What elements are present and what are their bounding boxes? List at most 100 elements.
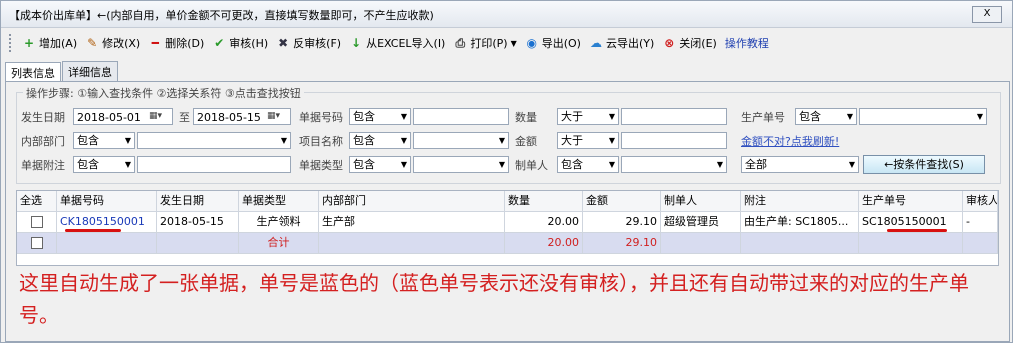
billno-input[interactable]: [413, 108, 509, 125]
chevron-down-icon: ▼: [608, 136, 615, 145]
refresh-amount-link[interactable]: 金额不对?点我刷新!: [741, 133, 839, 149]
chevron-down-icon: ▼: [124, 160, 131, 169]
type-relation-select[interactable]: 包含 ▼: [349, 156, 411, 173]
billno-relation-value: 包含: [353, 110, 375, 123]
search-button[interactable]: ←按条件查找(S): [863, 155, 985, 174]
maker-select[interactable]: ▼: [621, 156, 727, 173]
row-checkbox[interactable]: [30, 216, 43, 228]
billno-relation-select[interactable]: 包含 ▼: [349, 108, 411, 125]
check-icon: ✔: [214, 36, 225, 50]
qty-relation-value: 大于: [561, 110, 583, 123]
col-select-all[interactable]: 全选: [17, 191, 57, 212]
delete-button[interactable]: ━ 删除(D): [148, 35, 205, 51]
close-button[interactable]: ⊗ 关闭(E): [662, 35, 717, 51]
chevron-down-icon: ▼: [976, 112, 983, 121]
total-row: 合计 20.00 29.10: [17, 233, 998, 254]
cell-type: 生产领料: [239, 212, 319, 233]
unapprove-button[interactable]: ✖ 反审核(F): [276, 35, 341, 51]
chevron-down-icon: ▼: [608, 160, 615, 169]
total-checkbox[interactable]: [30, 237, 43, 249]
maker-relation-select[interactable]: 包含 ▼: [557, 156, 619, 173]
col-prodno[interactable]: 生产单号: [859, 191, 963, 212]
print-button[interactable]: ⎙ 打印(P) ▼: [453, 35, 517, 51]
add-button[interactable]: + 增加(A): [22, 35, 77, 51]
delete-label: 删除(D): [165, 37, 205, 50]
cell-dept: 生产部: [319, 212, 505, 233]
amount-input[interactable]: [621, 132, 727, 149]
maker-relation-value: 包含: [561, 158, 583, 171]
cloud-export-icon: ☁: [589, 36, 602, 50]
total-empty: [157, 233, 239, 254]
amount-label: 金额: [515, 135, 537, 148]
qty-relation-select[interactable]: 大于 ▼: [557, 108, 619, 125]
prodno-underline: [887, 229, 947, 232]
filter-legend: 操作步骤: ①输入查找条件 ②选择关系符 ③点击查找按钮: [23, 85, 304, 101]
amount-relation-select[interactable]: 大于 ▼: [557, 132, 619, 149]
tab-bar: 列表信息 详细信息: [5, 61, 119, 82]
col-dept[interactable]: 内部部门: [319, 191, 505, 212]
chevron-down-icon: ▼: [280, 136, 287, 145]
col-type[interactable]: 单据类型: [239, 191, 319, 212]
chevron-down-icon: ▼: [498, 136, 505, 145]
total-empty: [741, 233, 859, 254]
prodno-relation-select[interactable]: 包含 ▼: [795, 108, 857, 125]
print-label: 打印(P): [470, 37, 508, 50]
export-label: 导出(O): [541, 37, 581, 50]
total-checkbox-cell[interactable]: [17, 233, 57, 254]
col-date[interactable]: 发生日期: [157, 191, 239, 212]
edit-button[interactable]: ✎ 修改(X): [85, 35, 140, 51]
chevron-down-icon: ▼: [400, 112, 407, 121]
approve-button[interactable]: ✔ 审核(H): [212, 35, 268, 51]
calendar-icon[interactable]: ▦▾: [149, 110, 171, 123]
chevron-down-icon: ▼: [608, 112, 615, 121]
project-select[interactable]: ▼: [413, 132, 509, 149]
qty-input[interactable]: [621, 108, 727, 125]
col-billno[interactable]: 单据号码: [57, 191, 157, 212]
add-icon: +: [23, 36, 35, 50]
project-label: 项目名称: [299, 135, 343, 148]
tab-detail[interactable]: 详细信息: [62, 61, 118, 81]
maker-label: 制单人: [515, 159, 548, 172]
dept-relation-select[interactable]: 包含 ▼: [73, 132, 135, 149]
total-empty: [319, 233, 505, 254]
col-amount[interactable]: 金额: [583, 191, 661, 212]
export-button[interactable]: ◉ 导出(O): [525, 35, 581, 51]
tutorial-link[interactable]: 操作教程: [725, 35, 769, 51]
chevron-down-icon: ▼: [846, 112, 853, 121]
date-from-input[interactable]: 2018-05-01 ▦▾: [73, 108, 173, 125]
row-checkbox-cell[interactable]: [17, 212, 57, 233]
add-label: 增加(A): [39, 37, 78, 50]
col-note[interactable]: 附注: [741, 191, 859, 212]
close-label: 关闭(E): [679, 37, 717, 50]
date-to-input[interactable]: 2018-05-15 ▦▾: [193, 108, 291, 125]
window-close-button[interactable]: X: [972, 6, 1002, 23]
col-approver[interactable]: 审核人: [963, 191, 998, 212]
export-icon: ◉: [526, 36, 537, 50]
note-input[interactable]: [137, 156, 291, 173]
approve-label: 审核(H): [229, 37, 269, 50]
table-row[interactable]: CK1805150001 2018-05-15 生产领料 生产部 20.00 2…: [17, 212, 998, 233]
col-maker[interactable]: 制单人: [661, 191, 741, 212]
status-select[interactable]: 全部 ▼: [741, 156, 859, 173]
cell-approver: -: [963, 212, 998, 233]
app-window: 【成本价出库单】←(内部自用，单价金额不可更改，直接填写数量即可，不产生应收款)…: [0, 0, 1013, 343]
col-qty[interactable]: 数量: [505, 191, 583, 212]
type-label: 单据类型: [299, 159, 343, 172]
table-header: 全选 单据号码 发生日期 单据类型 内部部门 数量 金额 制单人 附注 生产单号…: [17, 191, 998, 212]
cloud-export-button[interactable]: ☁ 云导出(Y): [589, 35, 654, 51]
prodno-select[interactable]: ▼: [859, 108, 987, 125]
project-relation-select[interactable]: 包含 ▼: [349, 132, 411, 149]
import-excel-button[interactable]: ↓ 从EXCEL导入(I): [349, 35, 445, 51]
dept-select[interactable]: ▼: [137, 132, 291, 149]
calendar-icon[interactable]: ▦▾: [267, 110, 289, 123]
close-circle-icon: ⊗: [664, 36, 675, 50]
cell-date: 2018-05-15: [157, 212, 239, 233]
tab-list[interactable]: 列表信息: [5, 62, 61, 82]
total-empty: [661, 233, 741, 254]
import-label: 从EXCEL导入(I): [366, 37, 446, 50]
note-relation-select[interactable]: 包含 ▼: [73, 156, 135, 173]
chevron-down-icon: ▼: [716, 160, 723, 169]
cell-qty: 20.00: [505, 212, 583, 233]
type-select[interactable]: ▼: [413, 156, 509, 173]
unapprove-icon: ✖: [278, 36, 289, 50]
